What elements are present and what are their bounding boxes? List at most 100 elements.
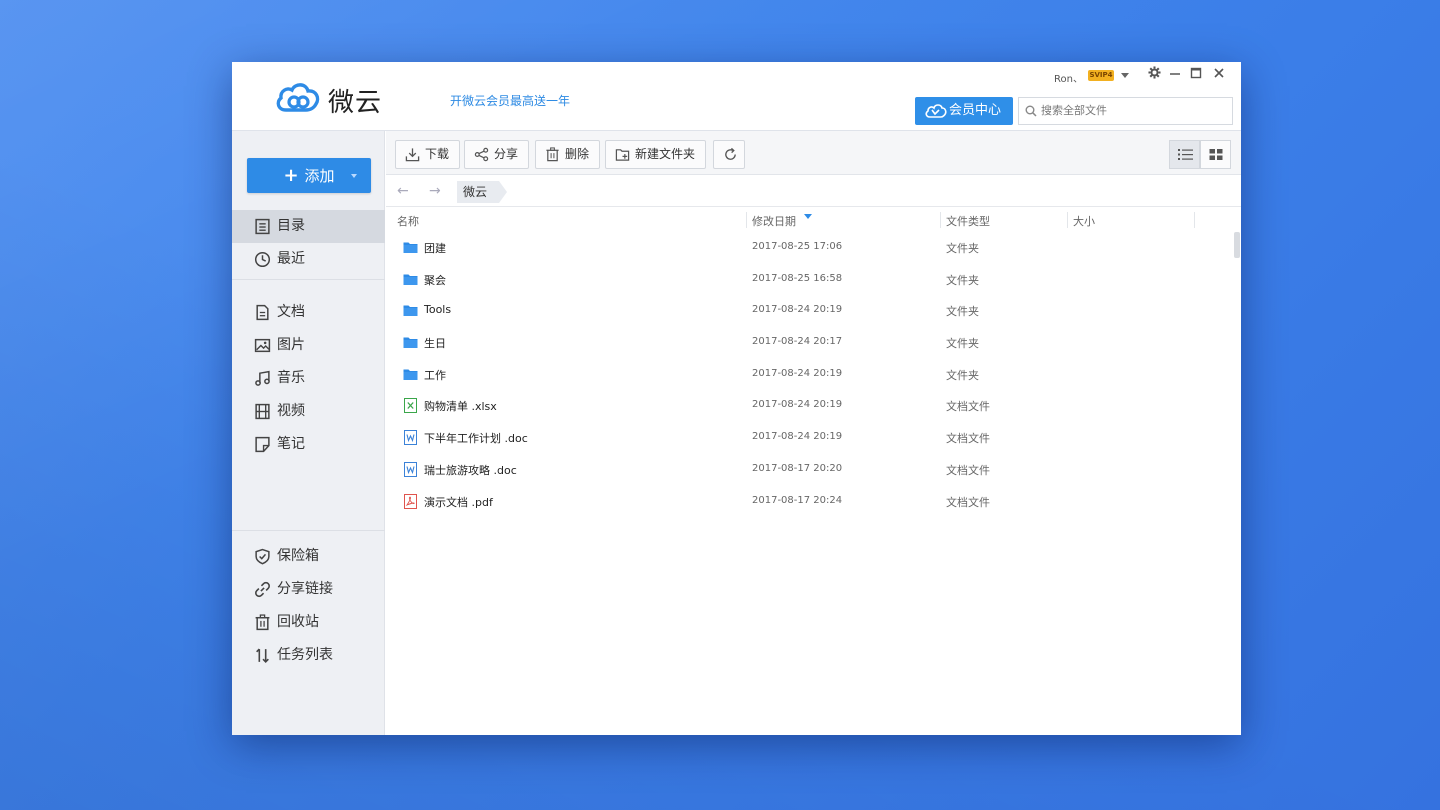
clock-icon (254, 251, 271, 268)
column-separator[interactable] (1067, 212, 1068, 228)
sidebar-item-label: 图片 (277, 337, 305, 353)
app-window: 微云 开微云会员最高送一年 Ron、 SVIP4 会员中心 搜索全部文件 + 添… (232, 62, 1241, 735)
sidebar-item-music[interactable]: 音乐 (232, 362, 385, 395)
folder-icon (403, 272, 418, 287)
shield-icon (255, 548, 270, 565)
sidebar-item-label: 音乐 (277, 370, 305, 386)
search-box[interactable] (1018, 97, 1233, 125)
document-icon (256, 304, 269, 321)
folder-icon (403, 367, 418, 382)
download-button[interactable]: 下载 (395, 140, 461, 169)
search-icon (1025, 105, 1037, 117)
column-date[interactable]: 修改日期 (752, 213, 796, 229)
svip-badge: SVIP4 (1088, 70, 1114, 81)
sidebar-item-videos[interactable]: 视频 (232, 395, 385, 428)
sidebar-group-main: 目录 最近 (232, 210, 385, 276)
word-file-icon (403, 461, 418, 477)
sidebar-item-label: 目录 (277, 218, 305, 234)
sidebar-item-documents[interactable]: 文档 (232, 296, 385, 329)
refresh-icon (725, 147, 736, 160)
table-row[interactable]: 工作 2017-08-24 20:19 文件夹 (386, 359, 1241, 391)
table-header: 名称 修改日期 文件类型 大小 (386, 208, 1241, 232)
add-button[interactable]: + 添加 (247, 158, 371, 193)
minimize-icon[interactable] (1166, 66, 1184, 84)
plus-icon: + (283, 165, 299, 186)
sidebar-item-vault[interactable]: 保险箱 (232, 540, 385, 573)
word-file-icon (403, 430, 418, 446)
column-separator[interactable] (746, 212, 747, 228)
table-row[interactable]: 生日 2017-08-24 20:17 文件夹 (386, 327, 1241, 359)
new-folder-label: 新建文件夹 (635, 147, 696, 161)
sidebar-item-label: 笔记 (277, 436, 305, 452)
sidebar-item-tasks[interactable]: 任务列表 (232, 639, 385, 672)
column-separator[interactable] (940, 212, 941, 228)
delete-button[interactable]: 删除 (535, 140, 601, 169)
download-icon (405, 148, 420, 162)
share-button[interactable]: 分享 (464, 140, 530, 169)
column-type[interactable]: 文件类型 (946, 213, 990, 229)
trash-icon (546, 147, 559, 162)
column-name[interactable]: 名称 (397, 213, 419, 229)
title-bar: 微云 开微云会员最高送一年 Ron、 SVIP4 会员中心 (232, 62, 1241, 131)
back-arrow-icon[interactable]: ← (397, 183, 409, 199)
column-size[interactable]: 大小 (1073, 213, 1095, 229)
forward-arrow-icon[interactable]: → (429, 183, 441, 199)
file-type: 文档文件 (946, 432, 990, 446)
refresh-button[interactable] (713, 140, 745, 169)
share-label: 分享 (494, 147, 519, 161)
file-name: 演示文档 .pdf (424, 495, 493, 509)
chevron-down-icon (351, 174, 357, 178)
file-name: 团建 (424, 242, 446, 255)
image-icon (254, 338, 271, 353)
table-row[interactable]: Tools 2017-08-24 20:19 文件夹 (386, 295, 1241, 327)
table-row[interactable]: 团建 2017-08-25 17:06 文件夹 (386, 232, 1241, 264)
file-type: 文档文件 (946, 463, 990, 477)
file-type: 文档文件 (946, 400, 990, 414)
username[interactable]: Ron、 (1054, 70, 1083, 85)
new-folder-icon (615, 149, 630, 161)
sidebar-item-recycle-bin[interactable]: 回收站 (232, 606, 385, 639)
sidebar-item-images[interactable]: 图片 (232, 329, 385, 362)
sidebar-item-recent[interactable]: 最近 (232, 243, 385, 276)
sidebar-group-categories: 文档 图片 音乐 视频 笔记 (232, 296, 385, 461)
table-row[interactable]: 演示文档 .pdf 2017-08-17 20:24 文档文件 (386, 486, 1241, 518)
table-row[interactable]: 聚会 2017-08-25 16:58 文件夹 (386, 264, 1241, 296)
toolbar: 下载 分享 删除 新建文件夹 (386, 131, 1241, 175)
breadcrumb-item-root[interactable]: 微云 (457, 181, 508, 203)
maximize-icon[interactable] (1187, 66, 1205, 84)
settings-gear-icon[interactable] (1145, 66, 1163, 84)
sidebar-item-notes[interactable]: 笔记 (232, 428, 385, 461)
file-date: 2017-08-25 16:58 (752, 272, 843, 284)
table-row[interactable]: 下半年工作计划 .doc 2017-08-24 20:19 文档文件 (386, 422, 1241, 454)
chevron-down-icon[interactable] (1121, 73, 1129, 78)
video-icon (255, 403, 270, 420)
share-icon (474, 147, 489, 162)
delete-label: 删除 (565, 147, 590, 161)
close-icon[interactable] (1210, 66, 1228, 84)
table-row[interactable]: 购物清单 .xlsx 2017-08-24 20:19 文档文件 (386, 390, 1241, 422)
sidebar-item-label: 任务列表 (277, 647, 333, 663)
file-date: 2017-08-24 20:17 (752, 336, 843, 348)
logo-text: 微云 (328, 88, 383, 118)
file-type: 文件夹 (946, 305, 979, 319)
file-name: 聚会 (424, 273, 446, 287)
file-date: 2017-08-24 20:19 (752, 304, 843, 316)
search-input[interactable] (1041, 102, 1226, 120)
vip-promo-link[interactable]: 开微云会员最高送一年 (450, 92, 570, 109)
folder-icon (403, 303, 418, 318)
sidebar-item-share-links[interactable]: 分享链接 (232, 573, 385, 606)
grid-view-button[interactable] (1200, 140, 1231, 169)
sort-desc-icon (804, 214, 812, 219)
column-separator[interactable] (1194, 212, 1195, 228)
transfer-icon (256, 648, 269, 664)
download-label: 下载 (425, 147, 450, 161)
scrollbar[interactable] (1234, 232, 1240, 258)
list-view-button[interactable] (1169, 140, 1200, 169)
sidebar-item-label: 分享链接 (277, 581, 333, 597)
table-row[interactable]: 瑞士旅游攻略 .doc 2017-08-17 20:20 文档文件 (386, 454, 1241, 486)
file-name: 工作 (424, 368, 446, 382)
file-type: 文档文件 (946, 495, 990, 509)
new-folder-button[interactable]: 新建文件夹 (605, 140, 707, 169)
sidebar-item-catalog[interactable]: 目录 (232, 210, 385, 243)
vip-center-button[interactable]: 会员中心 (915, 97, 1013, 125)
